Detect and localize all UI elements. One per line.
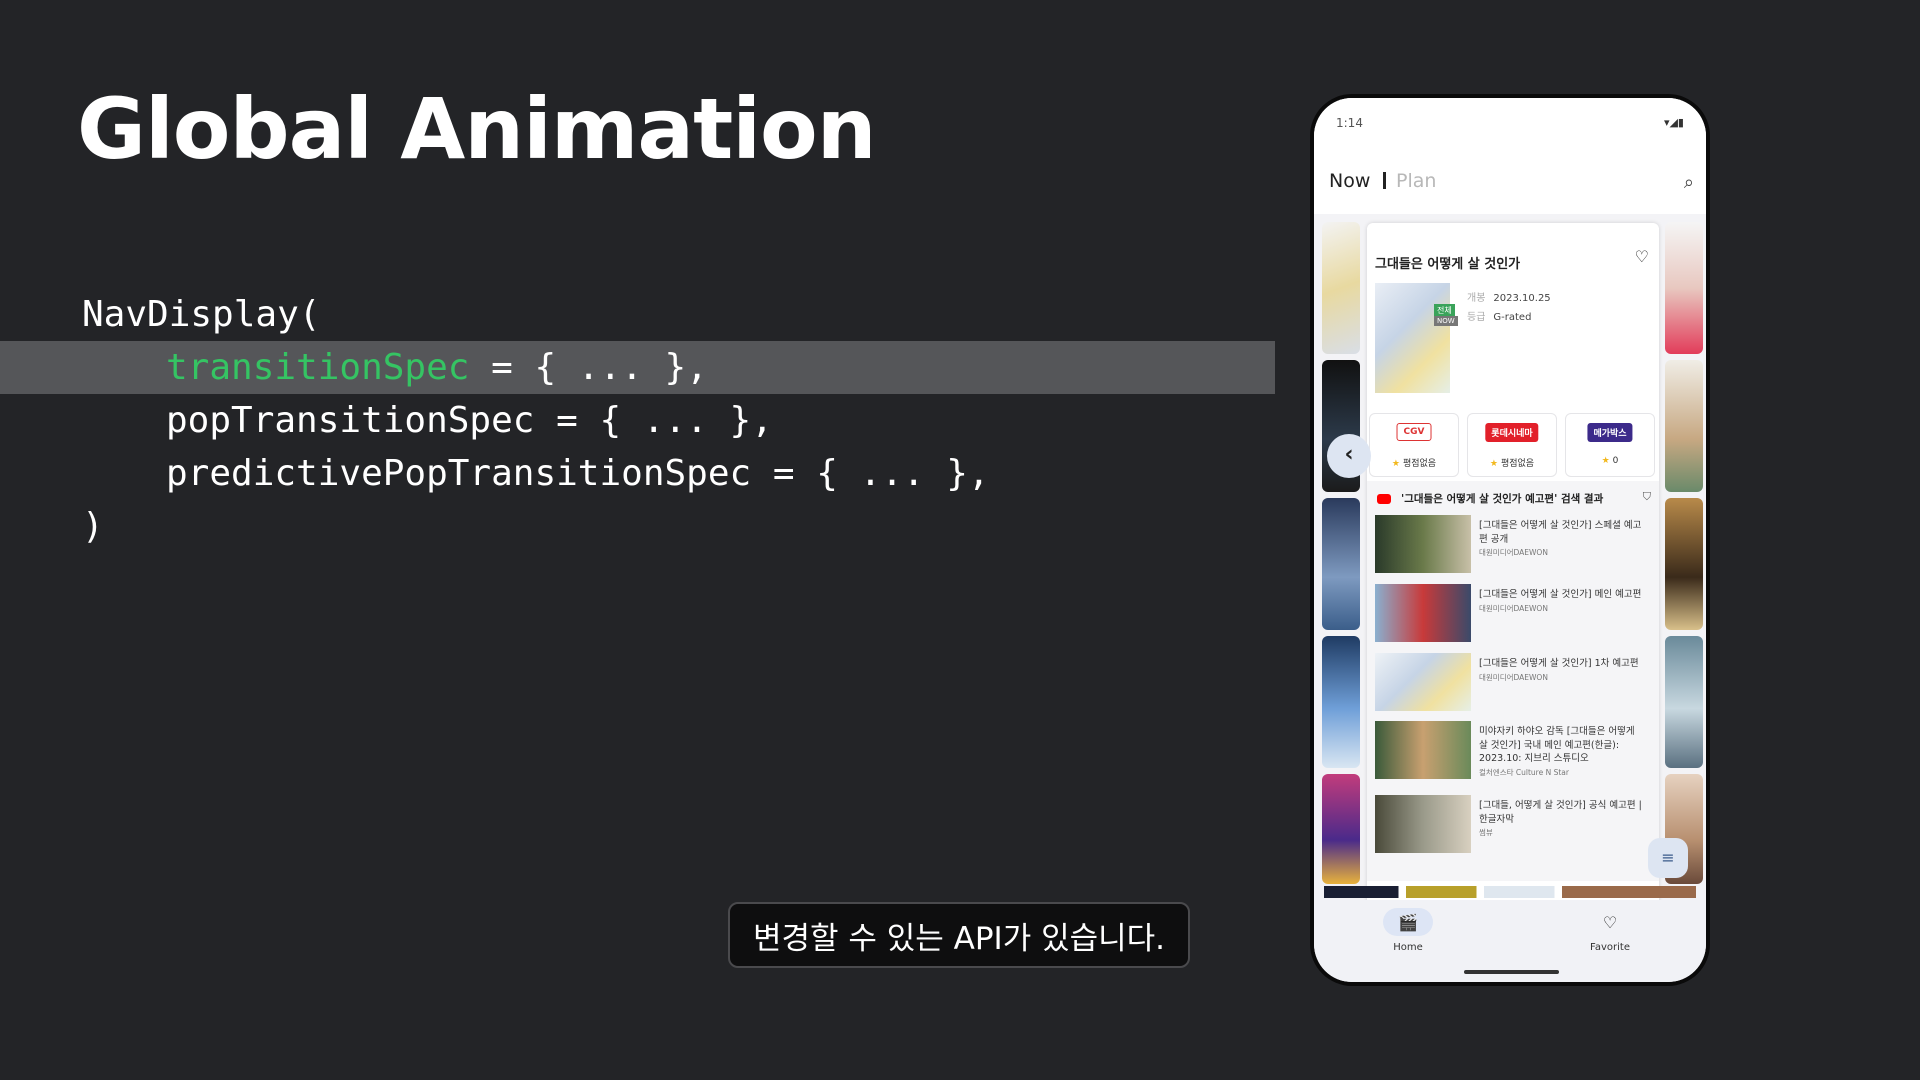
video-title-text: [그대들은 어떻게 살 것인가] 메인 예고편 bbox=[1479, 589, 1642, 600]
cinema-logo: 롯데시네마 bbox=[1485, 423, 1539, 442]
cinema-rating-value: 평점없음 bbox=[1500, 459, 1535, 469]
tab-now[interactable]: Now bbox=[1329, 170, 1370, 192]
video-thumbnail bbox=[1375, 721, 1471, 779]
status-bar: 1:14 ▾◢▮ bbox=[1314, 98, 1706, 150]
code-line-predictive-pop-transition-spec: predictivePopTransitionSpec = { ... }, bbox=[166, 453, 990, 494]
shield-icon: ⛉ bbox=[1642, 490, 1651, 503]
subtitle-caption: 변경할 수 있는 API가 있습니다. bbox=[728, 902, 1190, 968]
video-item[interactable]: 미야자키 하야오 감독 [그대들은 어떻게 살 것인가] 국내 메인 예고편(한… bbox=[1375, 721, 1651, 781]
video-title: [그대들은 어떻게 살 것인가] 1차 예고편대원미디어DAEWON bbox=[1479, 657, 1645, 685]
release-info: 개봉 2023.10.25 bbox=[1467, 289, 1551, 304]
code-line-transition-spec: transitionSpec = { ... }, bbox=[0, 341, 1275, 394]
poster-thumbnail[interactable] bbox=[1665, 360, 1703, 492]
youtube-results: '그대들은 어떻게 살 것인가 예고편' 검색 결과 ⛉ [그대들은 어떻게 살… bbox=[1367, 481, 1659, 881]
release-date: 2023.10.25 bbox=[1493, 293, 1551, 304]
video-item[interactable]: [그대들은 어떻게 살 것인가] 1차 예고편대원미디어DAEWON bbox=[1375, 653, 1651, 713]
video-title-text: [그대들, 어떻게 살 것인가] 공식 예고편 | 한글자막 bbox=[1479, 800, 1642, 825]
heart-icon[interactable]: ♡ bbox=[1635, 247, 1649, 266]
video-title: [그대들은 어떻게 살 것인가] 스페셜 예고편 공개대원미디어DAEWON bbox=[1479, 519, 1645, 560]
code-line-navdisplay: NavDisplay( bbox=[82, 294, 321, 335]
video-item[interactable]: [그대들은 어떻게 살 것인가] 스페셜 예고편 공개대원미디어DAEWON bbox=[1375, 515, 1651, 575]
previous-arrow-button[interactable]: ‹ bbox=[1327, 434, 1371, 478]
tab-divider bbox=[1383, 172, 1386, 189]
code-line-transition-spec-rest: = { ... }, bbox=[469, 347, 708, 388]
gesture-handle bbox=[1464, 970, 1559, 974]
phone-frame: 1:14 ▾◢▮ Now Plan ⌕ 그대들은 어떻게 살 것인가 ♡ 전체 … bbox=[1310, 94, 1710, 986]
status-time: 1:14 bbox=[1336, 116, 1363, 130]
poster-thumbnail[interactable] bbox=[1322, 774, 1360, 884]
movie-detail-card: 그대들은 어떻게 살 것인가 ♡ 전체 NOW 개봉 2023.10.25 등급 G… bbox=[1367, 223, 1659, 982]
youtube-header: '그대들은 어떻게 살 것인가 예고편' 검색 결과 bbox=[1377, 491, 1603, 506]
poster-thumbnail[interactable] bbox=[1665, 498, 1703, 630]
star-icon: ★ bbox=[1391, 459, 1400, 469]
code-block: NavDisplay( transitionSpec = { ... }, po… bbox=[0, 288, 1275, 553]
search-icon[interactable]: ⌕ bbox=[1684, 172, 1694, 193]
poster-thumbnail[interactable] bbox=[1322, 498, 1360, 630]
video-thumbnail bbox=[1375, 653, 1471, 711]
code-line-pop-transition-spec: popTransitionSpec = { ... }, bbox=[166, 400, 773, 441]
code-keyword-transition-spec: transitionSpec bbox=[166, 347, 470, 388]
clapperboard-icon: 🎬 bbox=[1383, 908, 1433, 936]
cinema-rating: ★ 평점없음 bbox=[1370, 456, 1458, 469]
app-bar: Now Plan ⌕ bbox=[1314, 150, 1706, 214]
video-channel: 컬처엔스타 Culture N Star bbox=[1479, 767, 1569, 777]
heart-icon: ♡ bbox=[1602, 912, 1618, 932]
cinema-rating-value: 평점없음 bbox=[1402, 459, 1437, 469]
poster-thumbnail[interactable] bbox=[1322, 636, 1360, 768]
video-thumbnail bbox=[1375, 515, 1471, 573]
tab-plan[interactable]: Plan bbox=[1396, 170, 1436, 192]
video-title-text: [그대들은 어떻게 살 것인가] 1차 예고편 bbox=[1479, 658, 1639, 669]
nav-favorite-label: Favorite bbox=[1590, 942, 1630, 953]
poster-thumbnail[interactable] bbox=[1665, 636, 1703, 768]
release-label: 개봉 bbox=[1467, 293, 1486, 304]
cinema-lotte[interactable]: 롯데시네마 ★ 평점없음 bbox=[1467, 413, 1557, 477]
cinema-logo: CGV bbox=[1396, 423, 1432, 441]
grade-info: 등급 G-rated bbox=[1467, 308, 1531, 323]
video-title: [그대들은 어떻게 살 것인가] 메인 예고편대원미디어DAEWON bbox=[1479, 588, 1645, 616]
video-channel: 대원미디어DAEWON bbox=[1479, 603, 1548, 613]
video-channel: 대원미디어DAEWON bbox=[1479, 548, 1548, 557]
phone-screen: 1:14 ▾◢▮ Now Plan ⌕ 그대들은 어떻게 살 것인가 ♡ 전체 … bbox=[1314, 98, 1706, 982]
video-item[interactable]: [그대들, 어떻게 살 것인가] 공식 예고편 | 한글자막썸뷰 bbox=[1375, 795, 1651, 855]
video-thumbnail bbox=[1375, 795, 1471, 853]
grade-label: 등급 bbox=[1467, 312, 1486, 323]
youtube-icon bbox=[1377, 494, 1391, 504]
poster-thumbnail[interactable] bbox=[1322, 222, 1360, 354]
status-icons: ▾◢▮ bbox=[1663, 116, 1684, 129]
star-icon: ★ bbox=[1601, 456, 1610, 466]
video-channel: 대원미디어DAEWON bbox=[1479, 672, 1548, 682]
star-icon: ★ bbox=[1489, 459, 1498, 469]
youtube-header-text: '그대들은 어떻게 살 것인가 예고편' 검색 결과 bbox=[1401, 493, 1604, 505]
cinema-megabox[interactable]: 메가박스 ★ 0 bbox=[1565, 413, 1655, 477]
slide-title: Global Animation bbox=[77, 80, 877, 178]
video-title: 미야자키 하야오 감독 [그대들은 어떻게 살 것인가] 국내 메인 예고편(한… bbox=[1479, 725, 1645, 780]
grade-value: G-rated bbox=[1493, 312, 1532, 323]
poster-thumbnail[interactable] bbox=[1665, 222, 1703, 354]
nav-favorite[interactable]: ♡ Favorite bbox=[1570, 908, 1650, 954]
cinema-rating: ★ 평점없음 bbox=[1468, 456, 1556, 469]
movie-poster bbox=[1375, 283, 1450, 393]
filter-icon[interactable]: ≡ bbox=[1648, 838, 1688, 878]
video-channel: 썸뷰 bbox=[1479, 828, 1493, 837]
now-badge: NOW bbox=[1434, 316, 1458, 326]
video-title-text: 미야자키 하야오 감독 [그대들은 어떻게 살 것인가] 국내 메인 예고편(한… bbox=[1479, 726, 1635, 764]
video-thumbnail bbox=[1375, 584, 1471, 642]
cinema-rating: ★ 0 bbox=[1566, 456, 1654, 466]
video-title: [그대들, 어떻게 살 것인가] 공식 예고편 | 한글자막썸뷰 bbox=[1479, 799, 1645, 840]
video-title-text: [그대들은 어떻게 살 것인가] 스페셜 예고편 공개 bbox=[1479, 520, 1642, 545]
cinema-logo: 메가박스 bbox=[1587, 423, 1633, 442]
cinema-cgv[interactable]: CGV ★ 평점없음 bbox=[1369, 413, 1459, 477]
nav-home[interactable]: 🎬 Home bbox=[1368, 908, 1448, 953]
video-item[interactable]: [그대들은 어떻게 살 것인가] 메인 예고편대원미디어DAEWON bbox=[1375, 584, 1651, 644]
code-line-close-paren: ) bbox=[82, 506, 104, 547]
cinema-rating-value: 0 bbox=[1612, 456, 1619, 466]
movie-title: 그대들은 어떻게 살 것인가 bbox=[1375, 257, 1521, 272]
poster-strip bbox=[1324, 886, 1696, 898]
nav-home-label: Home bbox=[1393, 942, 1423, 953]
